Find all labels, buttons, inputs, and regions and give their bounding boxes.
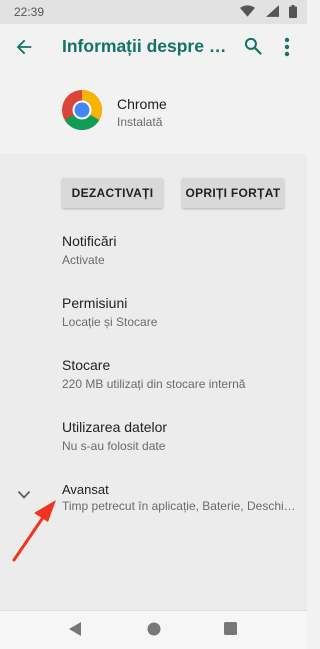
settings-item-subtitle: Nu s-au folosit date	[62, 439, 166, 453]
settings-item-subtitle: Activate	[62, 253, 105, 267]
wifi-icon	[240, 5, 256, 17]
settings-item-storage[interactable]: Stocare 220 MB utilizați din stocare int…	[62, 357, 297, 391]
settings-item-data-usage[interactable]: Utilizarea datelor Nu s-au folosit date	[62, 419, 297, 453]
settings-item-subtitle: Timp petrecut în aplicație, Baterie, Des…	[62, 499, 297, 513]
settings-item-subtitle: 220 MB utilizați din stocare internă	[62, 377, 246, 391]
signal-icon	[265, 5, 279, 17]
settings-item-title: Avansat	[62, 482, 109, 497]
status-time: 22:39	[14, 5, 45, 19]
back-arrow-icon[interactable]	[13, 36, 35, 58]
disable-button[interactable]: DEZACTIVAȚI	[62, 178, 163, 208]
settings-item-title: Permisiuni	[62, 295, 128, 311]
annotation-arrow	[12, 500, 56, 562]
settings-item-notifications[interactable]: Notificări Activate	[62, 233, 297, 267]
navigation-bar	[0, 610, 307, 649]
chrome-logo-icon	[62, 90, 102, 130]
settings-item-advanced[interactable]: Avansat Timp petrecut în aplicație, Bate…	[62, 482, 297, 513]
settings-item-title: Utilizarea datelor	[62, 419, 168, 435]
app-bar: Informații despre aplicație	[0, 24, 307, 70]
settings-item-title: Notificări	[62, 233, 117, 249]
nav-back-icon[interactable]	[68, 622, 82, 636]
settings-item-title: Stocare	[62, 357, 111, 373]
system-icons	[234, 5, 297, 19]
status-bar: 22:39	[0, 0, 307, 24]
page-title: Informații despre aplicație	[62, 36, 234, 56]
nav-recents-icon[interactable]	[224, 622, 237, 635]
nav-home-icon[interactable]	[147, 622, 161, 636]
app-header: Chrome Instalată	[0, 70, 307, 154]
more-options-icon[interactable]	[282, 36, 292, 58]
app-name: Chrome	[117, 96, 167, 112]
battery-icon	[289, 5, 297, 18]
settings-content: DEZACTIVAȚI OPRIȚI FORȚAT Notificări Act…	[0, 154, 307, 610]
chevron-down-icon[interactable]	[17, 490, 31, 500]
force-stop-button[interactable]: OPRIȚI FORȚAT	[182, 178, 284, 208]
settings-item-permissions[interactable]: Permisiuni Locație și Stocare	[62, 295, 297, 329]
search-icon[interactable]	[243, 36, 263, 56]
app-install-status: Instalată	[117, 115, 163, 129]
settings-item-subtitle: Locație și Stocare	[62, 315, 158, 329]
